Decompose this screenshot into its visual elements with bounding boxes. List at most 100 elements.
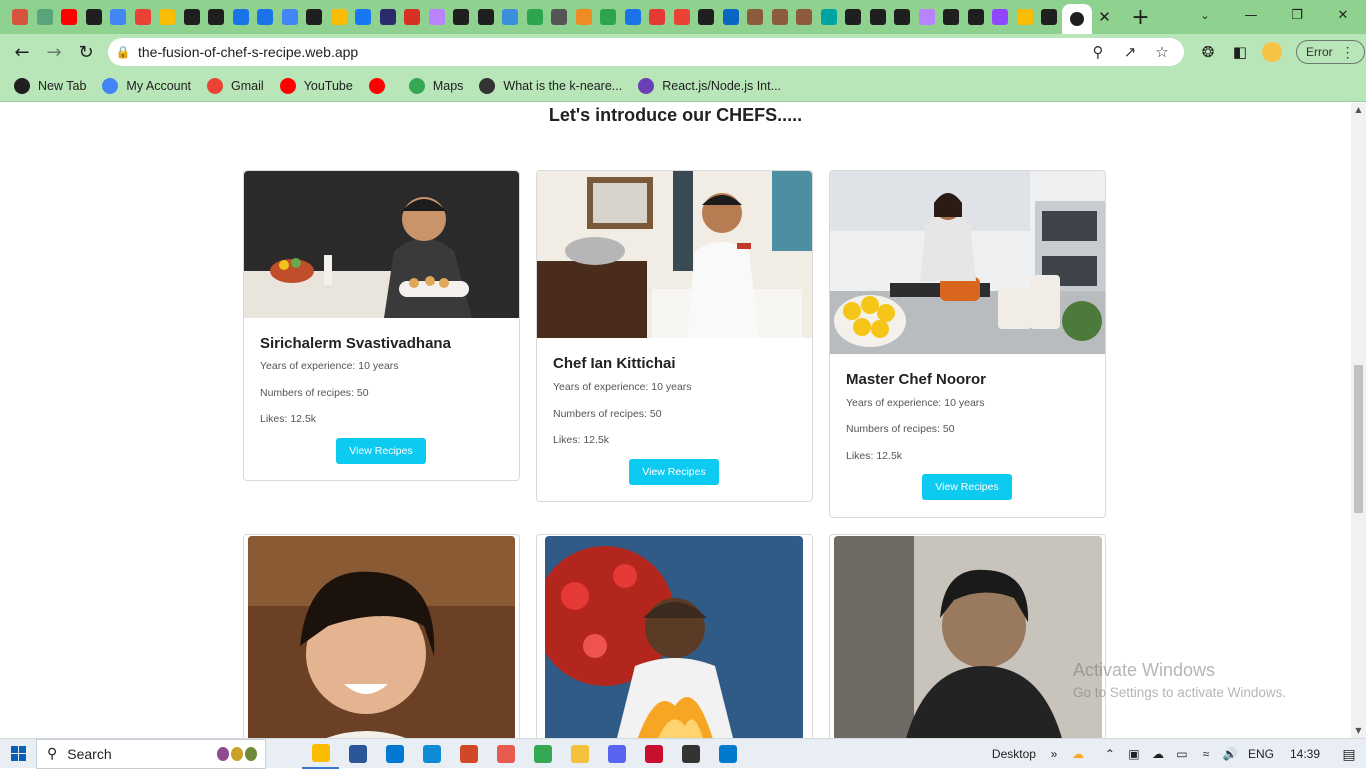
tab[interactable]	[180, 0, 205, 34]
zoom-icon[interactable]: ⚲	[1082, 43, 1114, 61]
tab[interactable]	[915, 0, 940, 34]
tab[interactable]	[204, 0, 229, 34]
tab[interactable]	[523, 0, 548, 34]
tab[interactable]	[1013, 0, 1038, 34]
url-text[interactable]: the-fusion-of-chef-s-recipe.web.app	[138, 44, 358, 60]
tab[interactable]	[302, 0, 327, 34]
restore-icon[interactable]: ❐	[1274, 0, 1320, 30]
new-tab-plus-icon[interactable]: +	[1124, 0, 1158, 34]
chevron-right-icon[interactable]: »	[1042, 747, 1066, 761]
tab[interactable]	[229, 0, 254, 34]
tray-overflow-chevron-icon[interactable]: ⌃	[1098, 747, 1122, 761]
forward-icon[interactable]: →	[38, 36, 70, 68]
tab[interactable]	[596, 0, 621, 34]
tab[interactable]	[547, 0, 572, 34]
tab[interactable]	[890, 0, 915, 34]
taskbar-app[interactable]	[450, 739, 487, 769]
profile-error-button[interactable]: Error ⋮	[1296, 40, 1365, 64]
tab[interactable]	[400, 0, 425, 34]
tab[interactable]	[498, 0, 523, 34]
tab[interactable]	[155, 0, 180, 34]
tab[interactable]	[719, 0, 744, 34]
bookmark-star-icon[interactable]: ☆	[1146, 43, 1178, 61]
taskbar-app[interactable]	[709, 739, 746, 769]
tab[interactable]	[1037, 0, 1062, 34]
tab[interactable]	[988, 0, 1013, 34]
taskbar-app[interactable]	[302, 739, 339, 769]
tab[interactable]	[792, 0, 817, 34]
back-icon[interactable]: ←	[6, 36, 38, 68]
scroll-up-arrow-icon[interactable]: ▲	[1351, 103, 1366, 117]
active-tab[interactable]	[1061, 4, 1092, 34]
clock[interactable]: 14:39	[1290, 747, 1320, 761]
bookmark-item[interactable]: YouTube	[279, 77, 353, 94]
tab[interactable]	[670, 0, 695, 34]
onedrive-icon[interactable]: ☁	[1146, 747, 1170, 761]
taskbar-app[interactable]	[635, 739, 672, 769]
taskbar-app[interactable]	[598, 739, 635, 769]
tab[interactable]	[768, 0, 793, 34]
tab[interactable]	[621, 0, 646, 34]
tab[interactable]	[131, 0, 156, 34]
bookmark-item[interactable]: My Account	[102, 77, 191, 94]
bookmark-item[interactable]: Gmail	[207, 77, 264, 94]
bookmark-item[interactable]	[368, 77, 393, 94]
share-icon[interactable]: ↗	[1114, 43, 1146, 61]
tab[interactable]	[964, 0, 989, 34]
tab[interactable]	[278, 0, 303, 34]
bookmark-item[interactable]: What is the k-neare...	[479, 77, 622, 94]
lock-icon[interactable]: 🔒	[108, 45, 138, 59]
bookmark-item[interactable]: React.js/Node.js Int...	[638, 77, 781, 94]
language-indicator[interactable]: ENG	[1248, 747, 1274, 761]
view-recipes-button[interactable]: View Recipes	[629, 459, 719, 485]
tab[interactable]	[33, 0, 58, 34]
side-panel-icon[interactable]: ◧	[1224, 36, 1256, 68]
tab[interactable]	[841, 0, 866, 34]
tab[interactable]	[351, 0, 376, 34]
meet-now-icon[interactable]: ▣	[1122, 747, 1146, 761]
tab[interactable]	[106, 0, 131, 34]
view-recipes-button[interactable]: View Recipes	[922, 474, 1012, 500]
taskbar-app[interactable]	[376, 739, 413, 769]
close-window-icon[interactable]: ✕	[1320, 0, 1366, 30]
tab[interactable]	[8, 0, 33, 34]
taskbar-app[interactable]	[672, 739, 709, 769]
tab-search-chevron-icon[interactable]: ⌄	[1190, 0, 1220, 30]
taskbar-app[interactable]	[487, 739, 524, 769]
taskbar-app[interactable]	[561, 739, 598, 769]
desktop-label[interactable]: Desktop	[992, 747, 1036, 761]
tab[interactable]	[449, 0, 474, 34]
notification-icon[interactable]: ▤	[1332, 746, 1366, 763]
tab[interactable]	[474, 0, 499, 34]
battery-icon[interactable]: ▭	[1170, 747, 1194, 761]
extensions-icon[interactable]: ❂	[1192, 36, 1224, 68]
tab[interactable]	[939, 0, 964, 34]
tab[interactable]	[694, 0, 719, 34]
tab[interactable]	[743, 0, 768, 34]
weather-icon[interactable]: ☁	[1066, 747, 1090, 761]
tab[interactable]	[376, 0, 401, 34]
taskbar-app[interactable]	[524, 739, 561, 769]
scroll-down-arrow-icon[interactable]: ▼	[1351, 724, 1366, 738]
profile-avatar[interactable]	[1256, 36, 1288, 68]
address-bar[interactable]: 🔒 the-fusion-of-chef-s-recipe.web.app ⚲ …	[108, 38, 1184, 66]
tab[interactable]	[645, 0, 670, 34]
tab[interactable]	[866, 0, 891, 34]
minimize-icon[interactable]: —	[1228, 0, 1274, 30]
wifi-icon[interactable]: ≈	[1194, 747, 1218, 761]
bookmark-item[interactable]: New Tab	[14, 77, 86, 94]
view-recipes-button[interactable]: View Recipes	[336, 438, 426, 464]
taskbar-app[interactable]	[413, 739, 450, 769]
tab[interactable]	[57, 0, 82, 34]
bookmark-item[interactable]: Maps	[408, 77, 463, 94]
scroll-thumb[interactable]	[1354, 365, 1363, 513]
taskbar-app[interactable]	[339, 739, 376, 769]
volume-icon[interactable]: 🔊	[1218, 747, 1242, 761]
taskbar-search-box[interactable]: ⚲ Search	[36, 738, 266, 769]
tab[interactable]	[817, 0, 842, 34]
tab[interactable]	[425, 0, 450, 34]
start-button[interactable]	[0, 739, 36, 769]
close-tab-icon[interactable]: ✕	[1092, 0, 1118, 34]
tab[interactable]	[82, 0, 107, 34]
reload-icon[interactable]: ↻	[70, 36, 102, 68]
